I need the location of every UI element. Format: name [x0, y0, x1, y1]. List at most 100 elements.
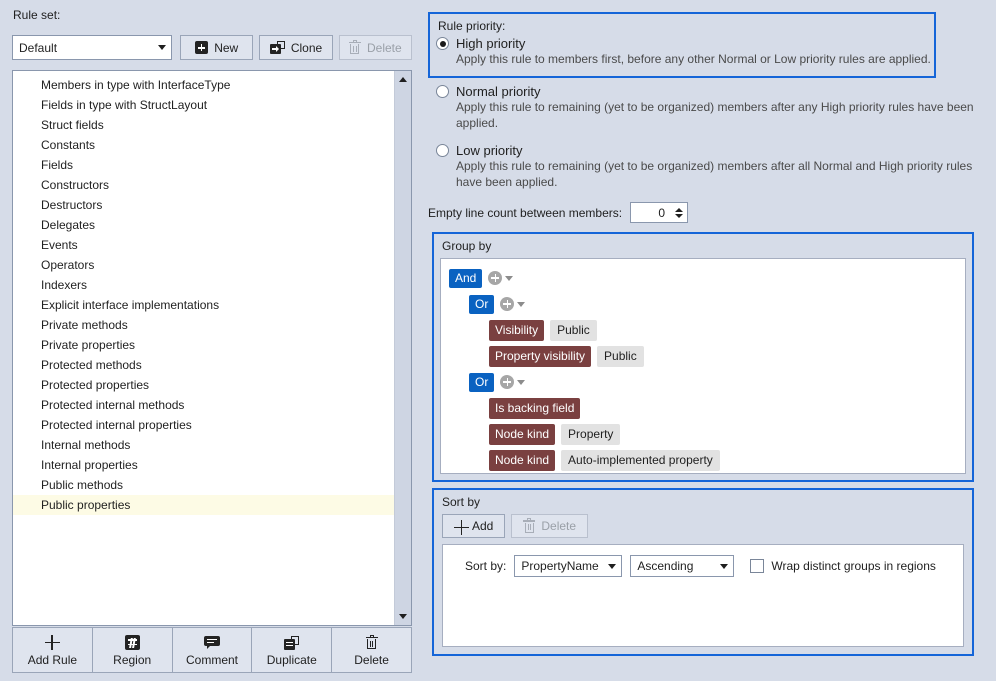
list-item[interactable]: Private properties — [13, 335, 394, 355]
priority-option-low[interactable]: Low priority Apply this rule to remainin… — [436, 143, 988, 190]
ruleset-select[interactable]: Default — [12, 35, 173, 60]
sort-delete-button-label: Delete — [541, 519, 577, 533]
list-item[interactable]: Operators — [13, 255, 394, 275]
plus-square-icon — [195, 41, 209, 54]
condition-attribute-chip[interactable]: Node kind — [489, 449, 556, 471]
toolbar-button-label: Duplicate — [266, 652, 317, 667]
list-item[interactable]: Protected internal methods — [13, 395, 394, 415]
rules-list-scrollbar[interactable] — [394, 71, 411, 625]
ruleset-select-value: Default — [19, 40, 58, 55]
operator-chip[interactable]: Or — [469, 294, 495, 314]
toolbar-button-duplicate[interactable]: Duplicate — [252, 627, 333, 673]
list-item[interactable]: Indexers — [13, 275, 394, 295]
empty-line-count-value: 0 — [658, 205, 666, 220]
condition-value-chip[interactable]: Public — [550, 319, 597, 341]
wrap-regions-checkbox-row[interactable]: Wrap distinct groups in regions — [750, 559, 936, 573]
condition-attribute-chip[interactable]: Is backing field — [489, 397, 581, 419]
operator-chip[interactable]: And — [449, 268, 483, 288]
list-item[interactable]: Private methods — [13, 315, 394, 335]
chevron-down-icon — [153, 45, 171, 50]
rule-details-panel: Rule priority: High priority Apply this … — [422, 0, 996, 681]
condition-value-chip[interactable]: Public — [597, 345, 644, 367]
radio-normal-priority[interactable] — [436, 85, 449, 98]
toolbar-button-comment[interactable]: Comment — [172, 627, 253, 673]
empty-line-count-label: Empty line count between members: — [428, 205, 623, 220]
list-item[interactable]: Internal properties — [13, 455, 394, 475]
list-item[interactable]: Protected internal properties — [13, 415, 394, 435]
condition-attribute-chip[interactable]: Node kind — [489, 423, 556, 445]
plus-circle-icon — [500, 375, 515, 389]
operator-chip[interactable]: Or — [469, 372, 495, 392]
empty-line-count-stepper[interactable]: 0 — [630, 202, 689, 223]
condition-attribute-chip[interactable]: Property visibility — [489, 345, 592, 367]
rules-listbox[interactable]: Members in type with InterfaceType Fields… — [12, 70, 412, 626]
list-item[interactable]: Members in type with InterfaceType — [13, 75, 394, 95]
chevron-down-icon — [715, 563, 733, 569]
group-by-title: Group by — [442, 239, 492, 253]
sort-by-group: Sort by Add Delete Sort by: PropertyName… — [432, 488, 974, 656]
toolbar-button-add-rule[interactable]: Add Rule — [12, 627, 93, 673]
sort-field-select[interactable]: PropertyName — [514, 555, 623, 577]
list-item[interactable]: Protected properties — [13, 375, 394, 395]
list-item[interactable]: Destructors — [13, 195, 394, 215]
chevron-down-icon — [517, 301, 526, 307]
list-item[interactable]: Fields in type with StructLayout — [13, 95, 394, 115]
list-item[interactable]: Constants — [13, 135, 394, 155]
radio-low-priority[interactable] — [436, 144, 449, 157]
priority-normal-label: Normal priority — [456, 84, 541, 99]
list-item[interactable]: Events — [13, 235, 394, 255]
group-by-condition-row: Visibility Public — [441, 318, 965, 342]
delete-ruleset-button[interactable]: Delete — [338, 35, 412, 60]
chevron-down-icon — [505, 275, 514, 281]
group-by-conditions[interactable]: And Or Visibility Public Property visibility… — [440, 258, 966, 474]
sort-field-value: PropertyName — [521, 559, 599, 573]
list-item[interactable]: Struct fields — [13, 115, 394, 135]
condition-value-chip[interactable]: Auto-implemented property — [561, 449, 720, 471]
delete-ruleset-button-label: Delete — [366, 40, 402, 55]
radio-high-priority[interactable] — [436, 37, 449, 50]
add-condition-button[interactable] — [500, 375, 526, 389]
priority-option-normal[interactable]: Normal priority Apply this rule to remai… — [436, 84, 988, 131]
empty-line-count-row: Empty line count between members: 0 — [428, 202, 689, 223]
rules-list[interactable]: Members in type with InterfaceType Fields… — [13, 71, 394, 625]
toolbar-button-region[interactable]: Region — [92, 627, 173, 673]
list-item[interactable]: Public methods — [13, 475, 394, 495]
new-ruleset-button[interactable]: New — [180, 35, 254, 60]
trash-icon — [348, 39, 361, 55]
list-item[interactable]: Public properties — [13, 495, 394, 515]
hash-icon — [124, 634, 140, 652]
sort-add-button-label: Add — [472, 519, 494, 533]
sort-delete-button[interactable]: Delete — [511, 514, 589, 538]
sort-direction-value: Ascending — [637, 559, 694, 573]
priority-option-high[interactable]: High priority Apply this rule to members… — [436, 36, 988, 67]
group-by-condition-row: Node kind Auto-implemented property — [441, 448, 965, 472]
list-item[interactable]: Explicit interface implementations — [13, 295, 394, 315]
plus-circle-icon — [500, 297, 515, 311]
priority-low-label: Low priority — [456, 143, 523, 158]
list-item[interactable]: Internal methods — [13, 435, 394, 455]
add-condition-button[interactable] — [488, 271, 514, 285]
toolbar-button-label: Region — [113, 652, 152, 667]
scroll-down-button[interactable] — [395, 608, 411, 625]
wrap-regions-checkbox[interactable] — [750, 559, 765, 573]
list-item[interactable]: Fields — [13, 155, 394, 175]
sort-add-button[interactable]: Add — [442, 514, 506, 538]
group-by-condition-row: Is backing field — [441, 396, 965, 420]
list-item[interactable]: Constructors — [13, 175, 394, 195]
clone-ruleset-button[interactable]: Clone — [259, 35, 333, 60]
list-item[interactable]: Protected methods — [13, 355, 394, 375]
stepper-arrows-icon[interactable] — [671, 203, 687, 222]
add-condition-button[interactable] — [500, 297, 526, 311]
condition-value-chip[interactable]: Property — [561, 423, 621, 445]
plus-circle-icon — [488, 271, 503, 285]
toolbar-button-delete[interactable]: Delete — [332, 627, 412, 673]
sort-by-row: Sort by: PropertyName Ascending Wrap dis… — [443, 555, 963, 577]
ruleset-label: Rule set: — [13, 8, 61, 22]
sort-direction-select[interactable]: Ascending — [630, 555, 735, 577]
scroll-up-button[interactable] — [395, 71, 411, 88]
clone-ruleset-button-label: Clone — [290, 40, 323, 55]
list-item[interactable]: Delegates — [13, 215, 394, 235]
priority-high-description: Apply this rule to members first, before… — [456, 52, 931, 66]
condition-attribute-chip[interactable]: Visibility — [489, 319, 545, 341]
toolbar-button-label: Add Rule — [27, 652, 78, 667]
